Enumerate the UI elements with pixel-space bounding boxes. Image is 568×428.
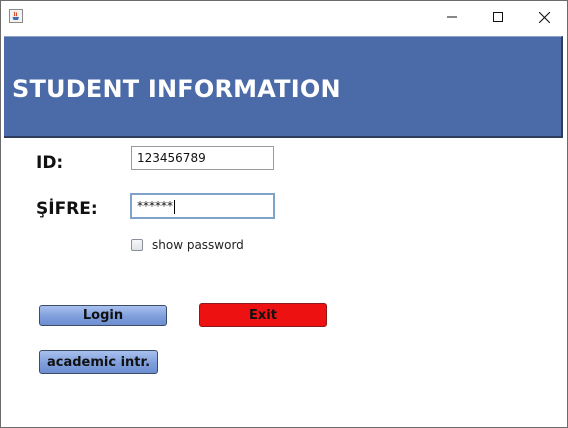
close-icon [538, 11, 550, 23]
maximize-button[interactable] [475, 1, 521, 33]
id-label: ID: [36, 153, 64, 173]
content-panel: STUDENT INFORMATION ID: 123456789 ŞİFRE:… [4, 33, 563, 424]
minimize-icon [447, 16, 457, 18]
minimize-button[interactable] [429, 1, 475, 33]
app-window: STUDENT INFORMATION ID: 123456789 ŞİFRE:… [0, 0, 568, 428]
java-app-icon [9, 9, 23, 23]
header-banner: STUDENT INFORMATION [4, 36, 563, 138]
text-caret [174, 199, 175, 214]
show-password-label[interactable]: show password [152, 238, 244, 252]
password-label: ŞİFRE: [36, 199, 98, 219]
close-button[interactable] [521, 1, 567, 33]
login-button[interactable]: Login [39, 305, 167, 326]
academic-button[interactable]: academic intr. [39, 350, 158, 374]
show-password-checkbox[interactable] [131, 239, 143, 251]
header-title: STUDENT INFORMATION [12, 75, 341, 103]
password-mask: ****** [137, 199, 173, 213]
maximize-icon [493, 12, 503, 22]
password-field[interactable]: ****** [130, 193, 275, 219]
exit-button[interactable]: Exit [199, 303, 327, 327]
title-bar[interactable] [1, 1, 567, 33]
id-field[interactable]: 123456789 [131, 146, 274, 170]
